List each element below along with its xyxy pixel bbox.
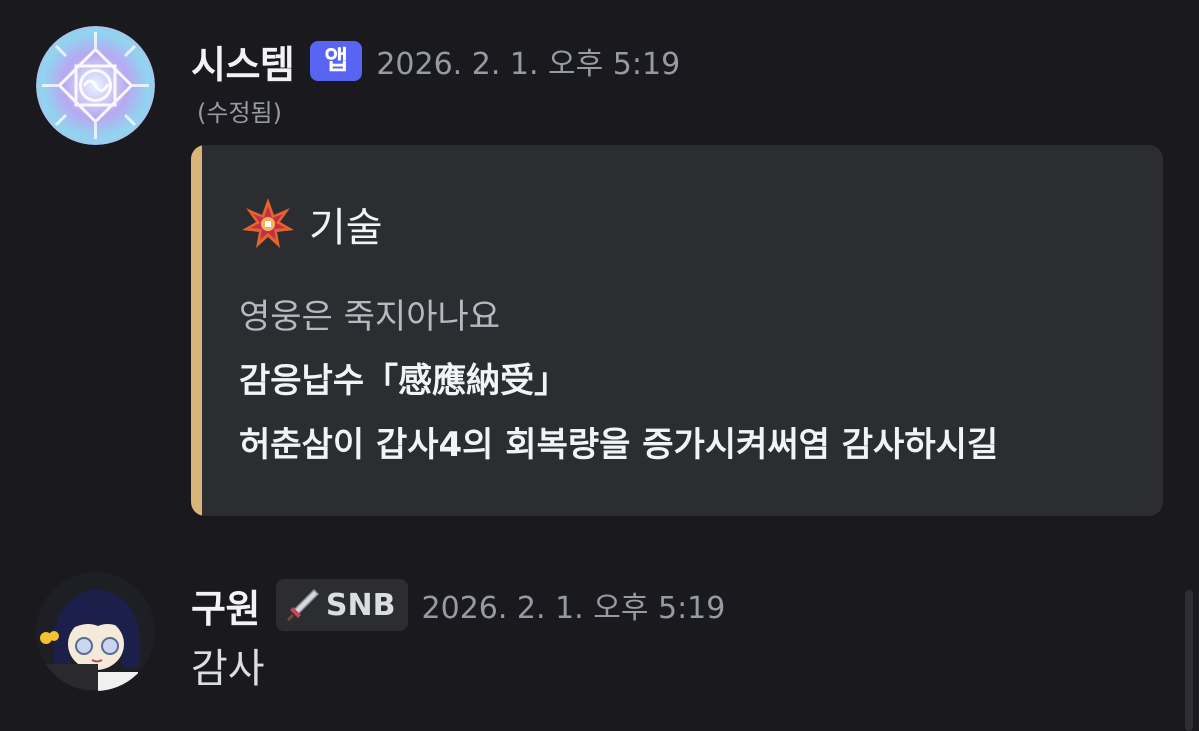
timestamp[interactable]: 2026. 2. 1. 오후 5:19 [422,583,726,627]
sword-icon [284,586,322,624]
timestamp[interactable]: 2026. 2. 1. 오후 5:19 [376,39,680,83]
mandala-emblem-avatar [36,26,155,145]
avatar[interactable] [36,26,155,145]
embed-author-name: 기술 [309,205,383,251]
anime-character-avatar [36,572,155,691]
embed-author: 기술 [241,195,383,253]
message-content: 감사 [191,646,265,692]
username[interactable]: 구원 [191,578,260,633]
scrollbar[interactable] [1185,590,1193,731]
username[interactable]: 시스템 [191,34,295,89]
embed-line: 감응납수「感應納受」 [239,361,569,401]
avatar[interactable] [36,572,155,691]
app-badge: 앱 [310,41,363,81]
embed-line: 영웅은 죽지아나요 [239,297,501,337]
embed-line: 허춘삼이 갑사4의 회복량을 증가시켜써염 감사하시길 [239,425,999,465]
message-header: 시스템 앱 2026. 2. 1. 오후 5:19 [191,30,680,92]
embed: 기술 영웅은 죽지아나요 감응납수「感應納受」 허춘삼이 갑사4의 회복량을 증… [191,145,1163,516]
spiky-star-icon [241,197,295,251]
chat-log: 시스템 앱 2026. 2. 1. 오후 5:19 (수정됨) 기술 영웅은 죽… [0,0,1199,731]
role-tag[interactable]: SNB [275,579,408,631]
edited-label[interactable]: (수정됨) [197,93,282,128]
role-name: SNB [325,587,396,623]
embed-accent-bar [191,145,202,516]
message-header: 구원 SNB 2026. 2. 1. 오후 5:19 [191,576,725,634]
embed-description: 영웅은 죽지아나요 감응납수「感應納受」 허춘삼이 갑사4의 회복량을 증가시켜… [239,285,998,477]
